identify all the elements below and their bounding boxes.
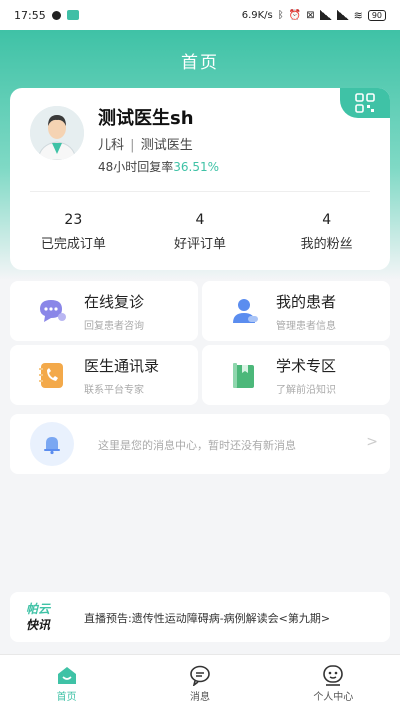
stat-fans[interactable]: 4 我的粉丝	[263, 212, 390, 252]
tile-title: 在线复诊	[84, 293, 145, 311]
department-separator: |	[130, 138, 135, 153]
signal-icon-2	[336, 10, 349, 20]
chevron-right-icon: >	[366, 434, 378, 450]
tile-doctor-contacts[interactable]: 医生通讯录 联系平台专家	[10, 345, 198, 405]
message-icon	[190, 665, 210, 686]
stat-label: 已完成订单	[40, 237, 106, 252]
profile-card[interactable]: 测试医生sh 儿科 | 测试医生 48小时回复率36.51% 23 已完成订单 …	[10, 88, 390, 270]
tab-bar: 首页 消息 个人中心	[0, 654, 400, 711]
alarm-icon: ⏰	[288, 9, 302, 21]
stat-completed-orders[interactable]: 23 已完成订单	[10, 212, 137, 252]
tab-label: 首页	[56, 692, 77, 703]
feature-grid: 在线复诊 回复患者咨询 我的患者 管理患者信息 医生通讯录 联系平台专家 学术专…	[10, 281, 390, 405]
net-speed: 6.9K/s	[241, 9, 273, 21]
divider	[30, 191, 370, 192]
message-app-icon	[66, 10, 79, 20]
doctor-name: 测试医生sh	[98, 108, 194, 129]
tab-label: 个人中心	[313, 692, 354, 703]
reply-rate-label: 48小时回复率	[98, 160, 174, 174]
patient-user-icon	[233, 299, 258, 323]
bluetooth-icon: ᛒ	[277, 9, 284, 21]
stat-label: 好评订单	[174, 237, 227, 252]
reply-rate: 48小时回复率36.51%	[98, 158, 219, 175]
stat-value: 23	[64, 212, 83, 228]
tab-label: 消息	[189, 692, 210, 703]
tile-title: 我的患者	[276, 293, 337, 311]
tab-home[interactable]: 首页	[0, 655, 133, 711]
tile-subtitle: 管理患者信息	[276, 321, 336, 332]
phone-book-icon	[39, 363, 63, 388]
tab-messages[interactable]: 消息	[133, 655, 266, 711]
news-logo: 帕云 快讯	[26, 601, 50, 633]
qr-code-button[interactable]	[340, 88, 390, 118]
tile-title: 医生通讯录	[84, 357, 160, 375]
news-logo-bottom: 快讯	[26, 618, 51, 632]
doctor-title: 测试医生	[140, 138, 193, 153]
news-logo-top: 帕云	[26, 602, 51, 616]
message-center-notice[interactable]: 这里是您的消息中心，暂时还没有新消息 >	[10, 414, 390, 474]
tile-my-patients[interactable]: 我的患者 管理患者信息	[202, 281, 390, 341]
wifi-icon: ≋	[353, 8, 363, 22]
tile-subtitle: 了解前沿知识	[276, 385, 336, 396]
chat-bubble-icon	[40, 300, 66, 322]
doctor-avatar-icon	[30, 106, 84, 160]
battery-icon: 90	[367, 9, 386, 21]
stats-row: 23 已完成订单 4 好评订单 4 我的粉丝	[10, 212, 390, 252]
tab-profile[interactable]: 个人中心	[267, 655, 400, 711]
status-bar: 17:55 6.9K/s ᛒ ⏰ ⊠ ≋ 90	[0, 0, 400, 30]
qr-code-icon	[355, 93, 375, 113]
news-text[interactable]: 直播预告:遗传性运动障碍病-病例解读会<第九期>	[84, 610, 330, 626]
user-face-icon	[323, 665, 344, 686]
tile-academic[interactable]: 学术专区 了解前沿知识	[202, 345, 390, 405]
stat-value: 4	[195, 212, 205, 228]
bell-icon	[30, 422, 74, 466]
notice-text: 这里是您的消息中心，暂时还没有新消息	[98, 439, 296, 452]
tile-title: 学术专区	[276, 357, 337, 375]
reply-rate-value: 36.51%	[173, 160, 220, 174]
news-ticker[interactable]: 帕云 快讯 直播预告:遗传性运动障碍病-病例解读会<第九期>	[10, 592, 390, 642]
tile-subtitle: 联系平台专家	[84, 385, 144, 396]
signal-icon	[319, 10, 332, 20]
doctor-department: 儿科 | 测试医生	[98, 134, 193, 153]
stat-good-reviews[interactable]: 4 好评订单	[137, 212, 264, 252]
stat-label: 我的粉丝	[300, 237, 353, 252]
status-time: 17:55	[14, 8, 46, 22]
tile-online-revisit[interactable]: 在线复诊 回复患者咨询	[10, 281, 198, 341]
doctor-avatar[interactable]	[30, 106, 84, 160]
mute-icon: ⊠	[306, 9, 315, 21]
book-icon	[233, 363, 254, 388]
tile-subtitle: 回复患者咨询	[84, 321, 144, 332]
department-label: 儿科	[98, 138, 125, 153]
home-icon	[57, 667, 76, 684]
page-title: 首页	[181, 53, 219, 73]
notification-dot-icon	[51, 10, 61, 20]
stat-value: 4	[322, 212, 332, 228]
